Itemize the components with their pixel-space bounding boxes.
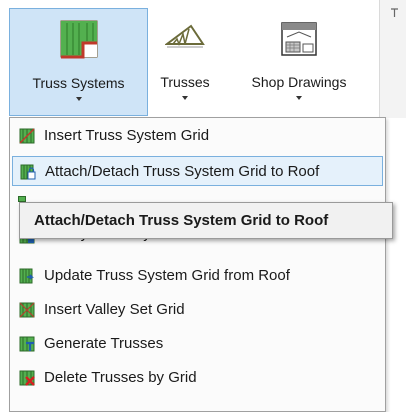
truss-systems-dropdown-menu: Insert Truss System Grid Attach/Detach T… bbox=[9, 117, 386, 412]
menu-item-label: Insert Valley Set Grid bbox=[44, 301, 185, 318]
tooltip: Attach/Detach Truss System Grid to Roof bbox=[19, 202, 393, 239]
ribbon-scroll-edge bbox=[379, 0, 406, 118]
truss-icon bbox=[165, 24, 205, 48]
menu-item-label: Attach/Detach Truss System Grid to Roof bbox=[45, 163, 320, 180]
menu-item-label: Delete Trusses by Grid bbox=[44, 369, 197, 386]
menu-item-insert-valley-set-grid[interactable]: Insert Valley Set Grid bbox=[12, 295, 383, 325]
insert-grid-icon bbox=[19, 128, 35, 144]
chevron-down-icon bbox=[182, 96, 188, 100]
trusses-label: Trusses bbox=[160, 74, 210, 90]
menu-item-delete-trusses-by-grid[interactable]: Delete Trusses by Grid bbox=[12, 363, 383, 393]
shop-drawings-button[interactable]: Shop Drawings bbox=[224, 8, 374, 116]
menu-item-generate-trusses[interactable]: Generate Trusses bbox=[12, 329, 383, 359]
menu-item-insert-truss-system-grid[interactable]: Insert Truss System Grid bbox=[12, 121, 383, 151]
chevron-down-icon bbox=[296, 96, 302, 100]
menu-item-label: Generate Trusses bbox=[44, 335, 164, 352]
generate-trusses-icon bbox=[19, 336, 35, 352]
shop-drawings-label: Shop Drawings bbox=[251, 74, 347, 90]
pin-icon[interactable] bbox=[391, 8, 398, 17]
menu-item-update-grid-from-roof[interactable]: Update Truss System Grid from Roof bbox=[12, 261, 383, 291]
shop-drawings-icon bbox=[281, 22, 317, 56]
menu-item-label: Insert Truss System Grid bbox=[44, 127, 210, 144]
attach-detach-icon bbox=[20, 164, 36, 180]
truss-systems-button[interactable]: Truss Systems bbox=[9, 8, 148, 116]
delete-trusses-icon bbox=[19, 370, 35, 386]
truss-systems-label: Truss Systems bbox=[32, 75, 125, 91]
menu-item-attach-detach-grid[interactable]: Attach/Detach Truss System Grid to Roof bbox=[12, 156, 383, 186]
valley-set-icon bbox=[19, 302, 35, 318]
ribbon-panel: Truss Systems Trusses Shop Drawings bbox=[0, 0, 406, 118]
update-grid-icon bbox=[19, 268, 34, 284]
truss-system-icon bbox=[60, 20, 97, 59]
trusses-button[interactable]: Trusses bbox=[150, 8, 220, 116]
chevron-down-icon bbox=[75, 97, 82, 101]
menu-item-label: Update Truss System Grid from Roof bbox=[44, 267, 290, 284]
